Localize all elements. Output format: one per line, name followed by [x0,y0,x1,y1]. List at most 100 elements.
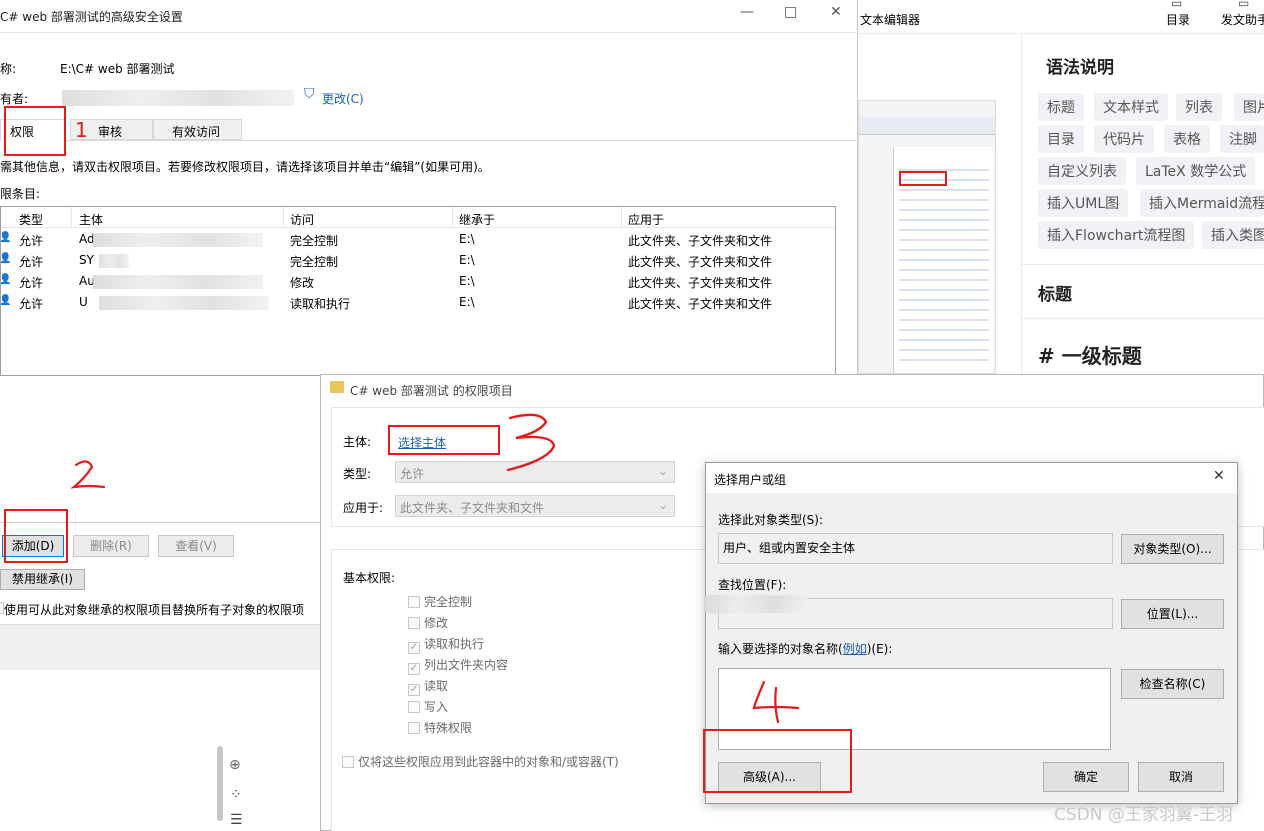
cell-inherited: E:\ [459,232,475,246]
embedded-highlight-box [899,171,947,186]
syntax-tag[interactable]: 文本样式 [1094,93,1168,121]
permission-checkbox[interactable]: ✓ [408,684,420,696]
col-applies[interactable]: 应用于 [628,211,664,228]
cell-type: 允许 [19,234,44,248]
permission-checkbox[interactable] [408,701,420,713]
cell-inherited: E:\ [459,253,475,267]
location-label: 查找位置(F): [718,578,787,592]
embedded-toolbar [859,117,995,135]
applies-select[interactable]: 此文件夹、子文件夹和文件 ⌄ [395,495,675,517]
embedded-screenshot [858,100,996,374]
cell-inherited: E:\ [459,274,475,288]
view-button[interactable]: 查看(V) [158,535,234,557]
col-type[interactable]: 类型 [19,211,43,228]
only-apply-checkbox[interactable] [342,756,354,768]
col-inherited[interactable]: 继承于 [459,211,495,228]
syntax-tag[interactable]: 插入类图 [1202,221,1264,249]
syntax-tag[interactable]: 插入Mermaid流程 [1140,189,1264,217]
name-value: E:\C# web 部署测试 [60,62,175,76]
replace-label: 使用可从此对象继承的权限项目替换所有子对象的权限项 [4,603,305,617]
permission-checkbox[interactable] [408,596,420,608]
toc-icon[interactable]: ▭ [1171,0,1182,10]
permission-checkbox[interactable]: ✓ [408,642,420,654]
entries-label: 限条目: [0,187,41,201]
permission-label: 特殊权限 [424,721,473,735]
outline-icon[interactable]: ☰ [230,812,243,828]
object-type-value: 用户、组或内置安全主体 [723,541,856,555]
cancel-button[interactable]: 取消 [1138,762,1224,792]
check-names-button[interactable]: 检查名称(C) [1121,669,1224,699]
object-type-label: 选择此对象类型(S): [718,513,824,527]
syntax-tag[interactable]: LaTeX 数学公式 [1136,157,1256,185]
permission-checkbox[interactable] [408,722,420,734]
folder-icon [330,381,344,393]
cell-applies: 此文件夹、子文件夹和文件 [628,276,773,290]
close-icon[interactable]: ✕ [830,4,842,20]
syntax-tag[interactable]: 插入Flowchart流程图 [1038,221,1195,249]
remove-button[interactable]: 删除(R) [73,535,149,557]
syntax-tag[interactable]: 图片 [1234,93,1264,121]
object-types-button[interactable]: 对象类型(O)... [1121,534,1224,564]
minimize-icon[interactable]: — [740,4,754,20]
permission-item[interactable]: ✓ 读取和执行 [408,635,484,654]
examples-link[interactable]: 例如 [843,642,867,656]
annotation-box-add-button [4,509,68,563]
syntax-title: 语法说明 [1046,58,1114,78]
tabs-line [0,140,858,141]
permission-checkbox[interactable] [408,617,420,629]
assist-button[interactable]: 发文助手 [1221,11,1264,28]
permission-item[interactable]: ✓ 列出文件夹内容 [408,656,508,675]
permission-item[interactable]: 特殊权限 [408,719,472,736]
owner-change-link[interactable]: 更改(C) [322,90,364,107]
cell-principal: SY [79,253,94,267]
syntax-tag[interactable]: 注脚 [1220,125,1264,153]
editor-hr-2 [1022,318,1264,319]
close-icon[interactable]: ✕ [1213,468,1225,484]
cell-type: 允许 [19,255,44,269]
object-type-field: 用户、组或内置安全主体 [718,533,1113,564]
embedded-lines [899,161,989,361]
info-text: 需其他信息，请双击权限项目。若要修改权限项目，请选择该项目并单击“编辑”(如果可… [0,160,490,174]
permission-item[interactable]: 修改 [408,614,448,631]
expand-icon[interactable]: ⁘ [230,787,242,803]
tab-effective[interactable]: 有效访问 [153,119,242,140]
cell-principal: U [79,295,88,309]
permission-checkbox[interactable]: ✓ [408,663,420,675]
syntax-tag[interactable]: 插入UML图 [1038,189,1129,217]
assist-icon[interactable]: ▭ [1238,0,1249,10]
table-row[interactable]: 👤 允许 Ad 完全控制 E:\ 此文件夹、子文件夹和文件 [1,229,835,250]
permission-item[interactable]: 完全控制 [408,593,472,610]
syntax-tag[interactable]: 标题 [1038,93,1084,121]
ok-button[interactable]: 确定 [1043,762,1129,792]
table-row[interactable]: 👤 允许 SY 完全控制 E:\ 此文件夹、子文件夹和文件 [1,250,835,271]
locate-icon[interactable]: ⊕ [229,757,241,773]
type-select-value: 允许 [400,467,425,481]
col-sep-3 [452,207,453,228]
maximize-icon[interactable]: □ [784,4,797,20]
annotation-number-3 [506,413,556,472]
window-body [0,32,858,33]
table-row[interactable]: 👤 允许 Au 修改 E:\ 此文件夹、子文件夹和文件 [1,271,835,292]
syntax-tag[interactable]: 自定义列表 [1038,157,1126,185]
scrollbar-thumb[interactable] [217,746,223,821]
table-row[interactable]: 👤 允许 U 读取和执行 E:\ 此文件夹、子文件夹和文件 [1,292,835,313]
syntax-tag[interactable]: 表格 [1164,125,1210,153]
disable-inheritance-button[interactable]: 禁用继承(I) [0,569,85,590]
col-access[interactable]: 访问 [290,211,314,228]
locations-button[interactable]: 位置(L)... [1121,599,1224,629]
owner-value-redacted [62,90,294,106]
syntax-tag[interactable]: 列表 [1176,93,1222,121]
permission-item[interactable]: 写入 [408,698,448,715]
principal-redacted [93,233,263,247]
col-sep-4 [621,207,622,228]
syntax-tag[interactable]: 代码片 [1094,125,1154,153]
cell-type: 允许 [19,276,44,290]
permission-item[interactable]: ✓ 读取 [408,677,448,696]
only-apply-label: 仅将这些权限应用到此容器中的对象和/或容器(T) [358,755,619,769]
permission-label: 完全控制 [424,595,473,609]
cell-access: 读取和执行 [290,297,351,311]
syntax-tag[interactable]: 目录 [1038,125,1084,153]
col-principal[interactable]: 主体 [79,211,103,228]
applies-label: 应用于: [343,501,384,515]
toc-button[interactable]: 目录 [1166,11,1190,28]
